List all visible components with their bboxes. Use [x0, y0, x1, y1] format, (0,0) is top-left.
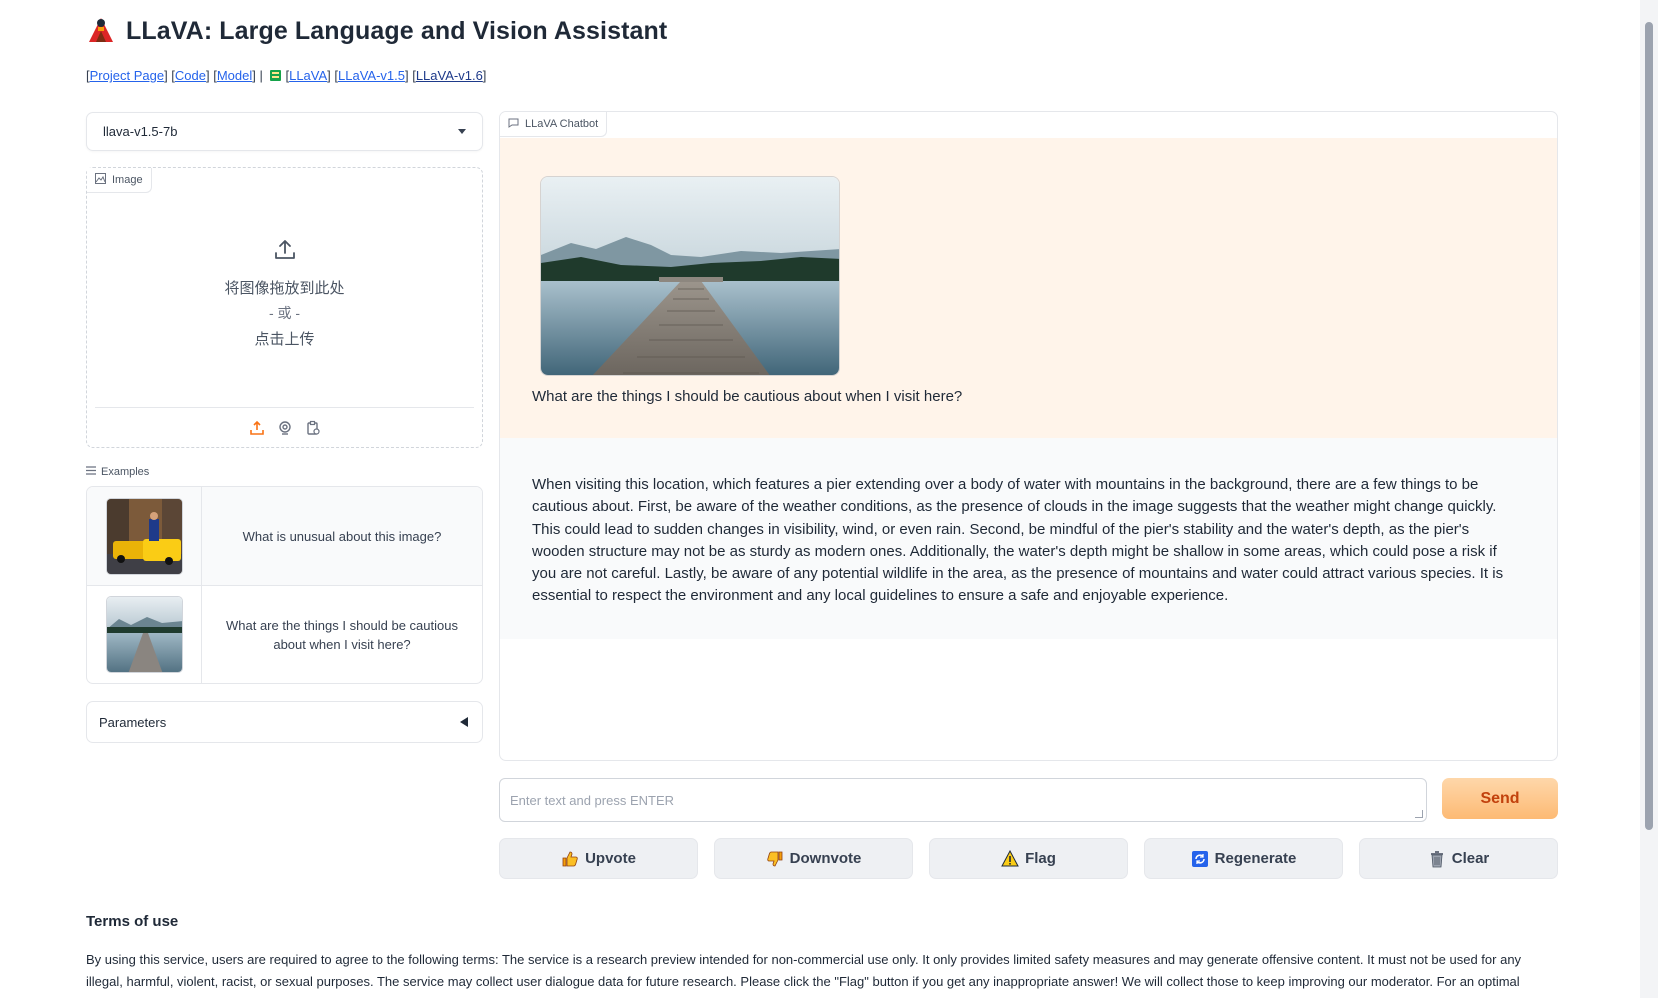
chat-input[interactable]: Enter text and press ENTER [499, 778, 1427, 822]
chatbot-label: LLaVA Chatbot [500, 112, 608, 137]
examples-label-text: Examples [101, 466, 150, 478]
example-thumbnail-cell [87, 487, 202, 585]
example-prompt: What are the things I should be cautious… [226, 617, 458, 652]
drop-text: 将图像拖放到此处 [224, 280, 345, 297]
example-row[interactable]: What are the things I should be cautious… [87, 585, 482, 683]
image-icon [95, 173, 106, 187]
action-buttons: Upvote Downvote Flag Regenerate Clear [499, 838, 1558, 879]
downvote-label: Downvote [789, 850, 862, 867]
clipboard-icon[interactable] [304, 419, 322, 437]
send-button[interactable]: Send [1442, 778, 1558, 819]
resize-handle-icon[interactable] [1415, 810, 1423, 818]
warning-icon [1001, 849, 1019, 868]
terms-heading: Terms of use [86, 913, 179, 930]
flag-label: Flag [1025, 850, 1056, 867]
scrollbar-thumb[interactable] [1645, 22, 1653, 830]
example-thumbnail-pier [105, 596, 183, 673]
example-prompt: What is unusual about this image? [242, 528, 442, 544]
user-uploaded-image [540, 176, 840, 376]
image-source-bar [95, 407, 474, 447]
left-panel: llava-v1.5-7b Image 将图像拖放到此处 - 或 - 点击上传 [86, 112, 483, 743]
chat-bubble-icon [508, 118, 519, 131]
image-label-text: Image [112, 174, 143, 186]
chatbot-panel: LLaVA Chatbot What are the things I shou… [499, 111, 1558, 761]
chatbot-label-text: LLaVA Chatbot [525, 118, 599, 130]
llava-v16-link[interactable]: LLaVA-v1.6 [416, 68, 483, 83]
page-title: LLaVA: Large Language and Vision Assista… [126, 17, 668, 45]
chat-input-placeholder: Enter text and press ENTER [510, 792, 675, 808]
bot-message: When visiting this location, which featu… [500, 438, 1557, 639]
chevron-down-icon [458, 129, 466, 134]
downvote-button[interactable]: Downvote [714, 838, 913, 879]
user-message: What are the things I should be cautious… [500, 138, 1557, 438]
volcano-logo-icon [86, 14, 116, 49]
refresh-icon [1191, 850, 1209, 868]
header: LLaVA: Large Language and Vision Assista… [86, 14, 667, 49]
model-selector-value: llava-v1.5-7b [103, 124, 178, 139]
user-message-text: What are the things I should be cautious… [532, 388, 963, 405]
trash-icon [1428, 850, 1446, 868]
examples-table: What is unusual about this image? What a… [86, 486, 483, 684]
clear-label: Clear [1451, 850, 1490, 867]
click-upload-text: 点击上传 [254, 331, 315, 348]
regenerate-label: Regenerate [1214, 850, 1297, 867]
bot-message-text: When visiting this location, which featu… [532, 476, 1504, 605]
llava-link[interactable]: LLaVA [289, 68, 327, 83]
upload-source-icon[interactable] [248, 419, 266, 437]
book-icon [269, 69, 282, 82]
upload-icon [273, 240, 297, 266]
clear-button[interactable]: Clear [1359, 838, 1558, 879]
list-icon [86, 466, 96, 478]
collapse-triangle-icon [460, 717, 468, 727]
code-link[interactable]: Code [175, 68, 206, 83]
regenerate-button[interactable]: Regenerate [1144, 838, 1343, 879]
image-label: Image [87, 168, 152, 193]
example-thumbnail-taxi [105, 497, 183, 575]
example-row[interactable]: What is unusual about this image? [87, 487, 482, 585]
llava-v15-link[interactable]: LLaVA-v1.5 [338, 68, 405, 83]
image-upload-dropzone[interactable]: Image 将图像拖放到此处 - 或 - 点击上传 [86, 167, 483, 448]
upload-prompt[interactable]: 将图像拖放到此处 - 或 - 点击上传 [87, 238, 482, 349]
example-thumbnail-cell [87, 586, 202, 683]
thumbs-down-icon [766, 850, 784, 868]
page-scrollbar[interactable] [1640, 0, 1658, 998]
model-link[interactable]: Model [217, 68, 252, 83]
terms-text: By using this service, users are require… [86, 952, 1522, 989]
upvote-button[interactable]: Upvote [499, 838, 698, 879]
flag-button[interactable]: Flag [929, 838, 1128, 879]
webcam-icon[interactable] [276, 419, 294, 437]
project-page-link[interactable]: Project Page [90, 68, 164, 83]
upvote-label: Upvote [585, 850, 636, 867]
or-text: - 或 - [268, 305, 301, 321]
parameters-accordion[interactable]: Parameters [86, 701, 483, 743]
examples-label: Examples [86, 466, 483, 478]
link-bar: [Project Page] [Code] [Model] | [LLaVA] … [86, 68, 487, 83]
model-selector[interactable]: llava-v1.5-7b [86, 112, 483, 151]
parameters-label: Parameters [99, 714, 167, 730]
thumbs-up-icon [561, 850, 579, 868]
